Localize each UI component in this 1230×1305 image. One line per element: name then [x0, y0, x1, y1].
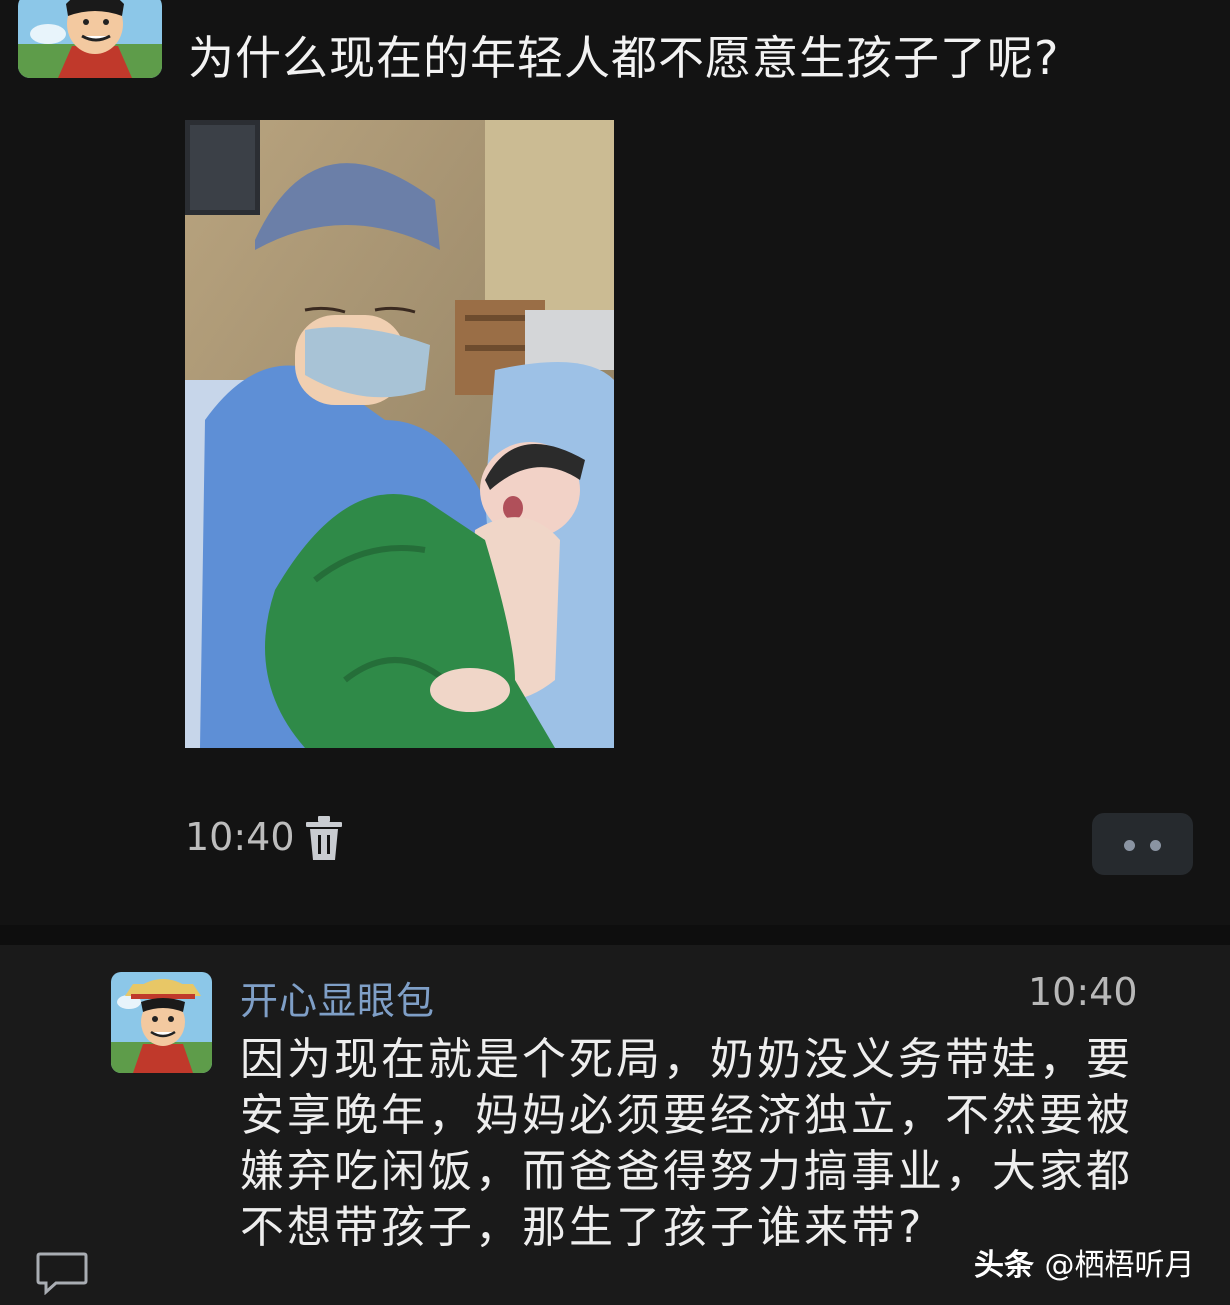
comment-time: 10:40	[1028, 970, 1138, 1014]
luffy-avatar-icon	[111, 972, 212, 1073]
commenter-name[interactable]: 开心显眼包	[240, 970, 435, 1025]
nurse-holding-newborn-photo-icon	[185, 120, 614, 748]
comment-bubble-icon[interactable]	[36, 1251, 88, 1296]
watermark: 头条 @栖梧听月	[974, 1240, 1194, 1284]
comment-line: 嫌弃吃闲饭，而爸爸得努力搞事业，大家都	[240, 1146, 1133, 1197]
post-time: 10:40	[185, 815, 295, 859]
post-title: 为什么现在的年轻人都不愿意生孩子了呢?	[188, 31, 1060, 85]
commenter-avatar[interactable]	[111, 972, 212, 1073]
poster-avatar[interactable]	[18, 0, 162, 78]
comment-text: 因为现在就是个死局，奶奶没义务带娃，要 安享晚年，妈妈必须要经济独立，不然要被 …	[240, 1032, 1175, 1256]
delete-icon[interactable]	[305, 816, 343, 862]
watermark-brand: 头条	[974, 1248, 1034, 1283]
post-photo[interactable]	[185, 120, 614, 748]
more-dot-icon	[1124, 840, 1135, 851]
more-options-button[interactable]	[1092, 813, 1193, 875]
comment-line: 安享晚年，妈妈必须要经济独立，不然要被	[240, 1090, 1133, 1141]
section-divider	[0, 925, 1230, 945]
watermark-handle: @栖梧听月	[1044, 1248, 1195, 1283]
post-card: 为什么现在的年轻人都不愿意生孩子了呢? 10:40	[0, 0, 1230, 925]
more-dot-icon	[1150, 840, 1161, 851]
comment-line: 因为现在就是个死局，奶奶没义务带娃，要	[240, 1034, 1133, 1085]
luffy-avatar-icon	[18, 0, 162, 78]
